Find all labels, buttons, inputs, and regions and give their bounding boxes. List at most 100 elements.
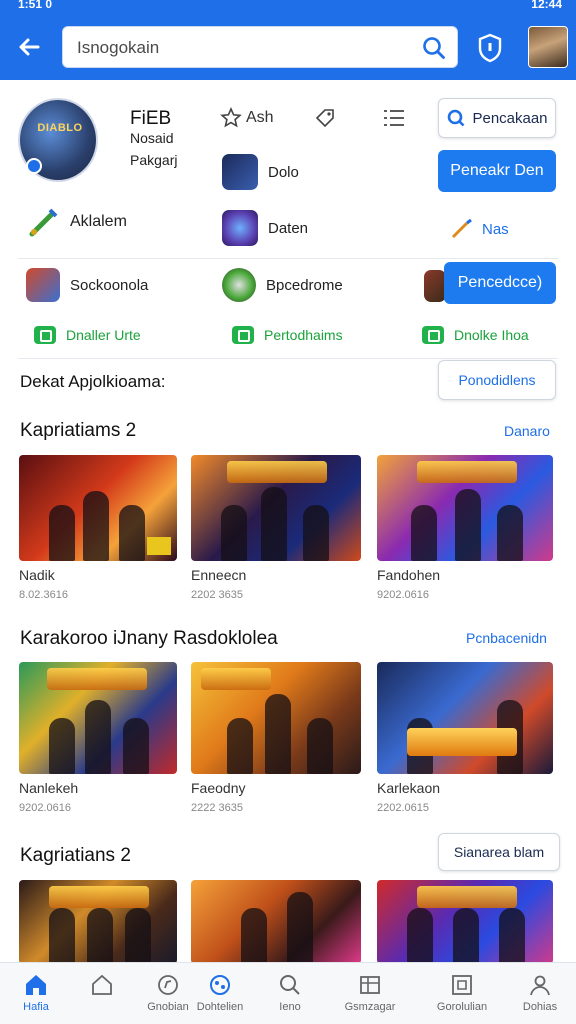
ash-button[interactable]: Ash [220,104,274,132]
game-meta: 2202.0615 [377,802,429,814]
nav-item-search[interactable]: Ieno [254,969,326,1021]
game-card[interactable] [19,880,177,964]
app-bar [0,14,576,80]
game-thumbnail [377,880,553,964]
search-icon[interactable] [421,35,447,61]
nav-item-house[interactable] [66,969,138,1021]
sockoonola-app-icon [26,268,60,302]
dekat-title: Dekat Apjolkioama: [20,372,166,391]
bpcedrome-app-icon [222,268,256,302]
ponodidlens-button[interactable]: Ponodidlens [438,360,556,400]
divider [18,258,558,259]
game-thumbnail [19,662,177,774]
game-card[interactable]: Faeodny 2222 3635 [191,662,361,814]
game-meta: 8.02.3616 [19,589,68,601]
list-button[interactable] [382,104,406,132]
profile-name: FiEB [130,108,172,129]
game-thumbnail [377,455,553,561]
menu-item-aklalem[interactable]: Aklalem [26,204,127,240]
menu-item-dolo[interactable]: Dolo [222,154,299,190]
menu-item-label: Nas [482,220,509,238]
profile-icon [530,975,550,996]
peneakr-den-button[interactable]: Peneakr Den [438,150,556,192]
game-title: Enneecn [191,567,247,583]
verified-badge-icon [26,158,42,174]
menu-item-label: Sockoonola [70,276,149,294]
search-field[interactable] [62,26,458,68]
green-badge-icon [232,326,254,344]
game-card[interactable]: Nanlekeh 9202.0616 [19,662,177,814]
peneakr-den-label: Peneakr Den [450,162,544,179]
game-thumbnail [19,880,177,964]
game-card[interactable]: Enneecn 2202 3635 [191,455,361,601]
game-thumbnail [19,455,177,561]
back-arrow-icon[interactable] [14,32,44,62]
home-icon [26,975,46,995]
pencakaan-button[interactable]: Pencakaan [438,98,556,138]
game-card[interactable] [191,880,361,964]
status-bar: 1:51 0 12:44 [0,0,576,14]
search-input[interactable] [77,36,407,60]
nav-item-games[interactable]: Dohtelien [184,969,256,1021]
game-card[interactable]: Nadik 8.02.3616 [19,455,177,601]
nav-item-home[interactable]: Hafia [0,969,72,1021]
profile-subtitle: Nosaid [130,130,174,146]
game-meta: 2222 3635 [191,802,243,814]
ash-label: Ash [246,109,274,126]
nav-label: Gsmzagar [344,1001,396,1013]
search-icon [280,975,300,995]
game-meta: 9202.0616 [19,802,71,814]
avatar[interactable] [528,26,568,68]
green-badge-icon [34,326,56,344]
section-see-all-link[interactable]: Danaro [504,423,550,439]
pencakaan-label: Pencakaan [472,109,548,127]
library-icon [360,976,380,994]
green-link-2[interactable]: Pertodhaims [232,326,343,344]
game-thumbnail [191,455,361,561]
green-link-label: Pertodhaims [264,327,343,343]
green-link-label: Dnaller Urte [66,327,141,343]
menu-item-bpcedrome[interactable]: Bpcedrome [222,268,343,302]
green-badge-icon [422,326,444,344]
game-card[interactable]: Fandohen 9202.0616 [377,455,553,601]
house-outline-icon [92,974,112,995]
menu-item-nas[interactable]: Nas [450,218,509,240]
nav-item-library[interactable]: Gsmzagar [334,969,406,1021]
game-meta: 2202 3635 [191,589,243,601]
menu-item-daten[interactable]: Daten [222,210,308,246]
game-thumbnail [191,880,361,964]
status-clock: 12:44 [531,0,562,11]
pencedcce-button[interactable]: Pencedcce) [444,262,556,304]
apps-icon [452,975,472,995]
game-title: Karlekaon [377,780,441,796]
menu-item-sockoonola[interactable]: Sockoonola [26,268,148,302]
game-card[interactable] [377,880,553,964]
green-link-label: Dnolke Ihoa [454,327,529,343]
profile-subtitle-2: Pakgarj [130,152,178,168]
pencedcce-label: Pencedcce) [457,274,543,291]
nav-item-profile[interactable]: Dohias [504,969,576,1021]
game-card[interactable]: Karlekaon 2202.0615 [377,662,553,814]
divider [18,358,558,359]
section-title: Kapriatiams 2 [20,420,137,441]
partial-app-icon [424,270,446,302]
menu-item-label: Bpcedrome [266,276,343,294]
green-link-1[interactable]: Dnaller Urte [34,326,141,344]
section-see-all-button[interactable]: Sianarea blam [438,833,560,871]
dolo-app-icon [222,154,258,190]
tag-button[interactable] [314,104,336,132]
section-see-all-label: Sianarea blam [453,844,545,860]
game-title: Fandohen [377,567,441,583]
profile-game-logo[interactable]: DIABLO [18,98,98,182]
discover-icon [158,975,178,995]
nav-item-apps[interactable]: Gorolulian [426,969,498,1021]
section-see-all-link[interactable]: Pcnbacenidn [466,630,547,646]
menu-item-label: Dolo [268,163,299,181]
game-meta: 9202.0616 [377,589,429,601]
game-thumbnail [191,662,361,774]
shield-icon[interactable] [476,33,504,63]
brush-icon [451,218,472,239]
menu-item-label: Aklalem [70,213,127,230]
nav-label: Dohias [522,1001,558,1013]
green-link-3[interactable]: Dnolke Ihoa [422,326,529,344]
